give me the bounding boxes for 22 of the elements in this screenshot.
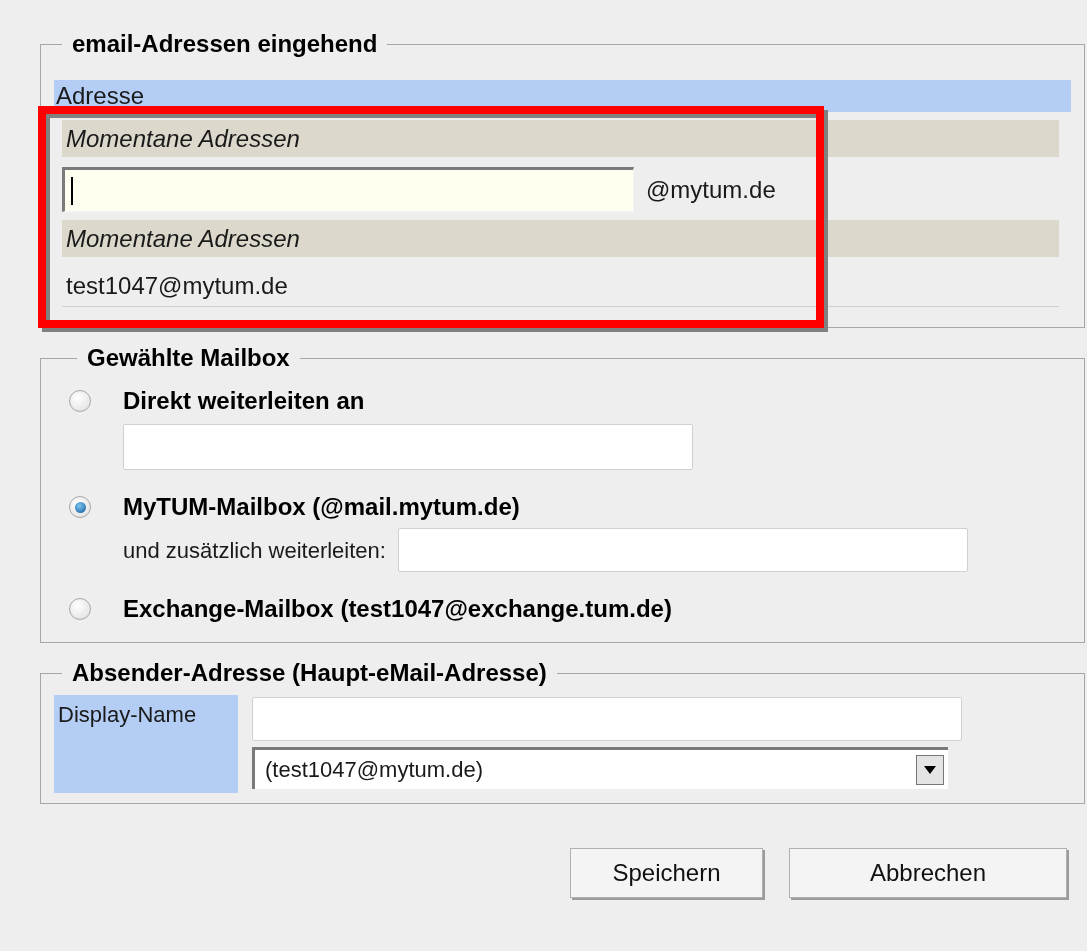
radio-button[interactable] bbox=[69, 496, 91, 518]
option-label: MyTUM-Mailbox (@mail.mytum.de) bbox=[123, 492, 520, 522]
domain-suffix: @mytum.de bbox=[646, 174, 776, 205]
radio-button[interactable] bbox=[69, 390, 91, 412]
address-text: test1047@mytum.de bbox=[62, 257, 1059, 307]
address-select[interactable]: (test1047@mytum.de) bbox=[252, 747, 948, 789]
forward-input[interactable] bbox=[397, 528, 968, 572]
dialog-button[interactable]: Abbrechen bbox=[789, 848, 1067, 898]
field-label: und zusätzlich weiterleiten: bbox=[123, 536, 386, 565]
dialog-button[interactable]: Speichern bbox=[570, 848, 763, 898]
section-header: Momentane Adressen bbox=[62, 220, 1059, 257]
forward-input[interactable] bbox=[123, 424, 693, 470]
option-label: Direkt weiterleiten an bbox=[123, 386, 365, 416]
section-header: Momentane Adressen bbox=[62, 120, 1059, 157]
field-label: Display-Name bbox=[54, 695, 238, 793]
group-title: Gewählte Mailbox bbox=[86, 344, 291, 372]
group-title: email-Adressen eingehend bbox=[71, 30, 379, 58]
option-label: Exchange-Mailbox (test1047@exchange.tum.de) bbox=[123, 594, 672, 624]
display-name-input[interactable] bbox=[252, 697, 962, 741]
radio-button[interactable] bbox=[69, 598, 91, 620]
group-title: Absender-Adresse (Haupt-eMail-Adresse) bbox=[71, 659, 548, 687]
address-input[interactable] bbox=[62, 167, 634, 212]
